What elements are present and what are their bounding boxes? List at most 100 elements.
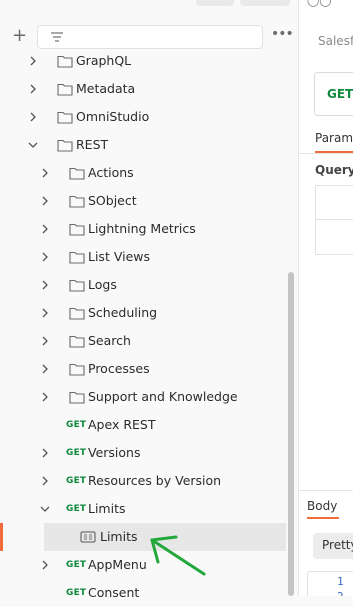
chevron-right-icon[interactable] [40, 560, 50, 570]
tree-row[interactable]: Scheduling [0, 299, 288, 327]
tree-row-label: SObject [88, 193, 137, 208]
example-icon [80, 531, 96, 543]
line-number: 2 [337, 590, 344, 596]
folder-icon [69, 195, 85, 208]
tree-row[interactable]: REST [0, 131, 288, 159]
active-tab-underline [307, 517, 339, 519]
tree-row-label: List Views [88, 249, 150, 264]
tree-row[interactable]: GET Limits [0, 495, 288, 523]
tree-row[interactable]: Metadata [0, 75, 288, 103]
chevron-right-icon[interactable] [28, 56, 38, 66]
tree-row-label: Search [88, 333, 131, 348]
tab-icon: ◯◯ [307, 0, 332, 7]
tree-row[interactable]: GET Resources by Version [0, 467, 288, 495]
tab-params[interactable]: Params [315, 131, 353, 145]
tree-row[interactable]: Actions [0, 159, 288, 187]
query-params-heading: Query [315, 163, 353, 177]
method-label: GET [327, 87, 353, 101]
tree-row-label: Limits [88, 501, 126, 516]
chevron-right-icon[interactable] [40, 308, 50, 318]
chevron-right-icon[interactable] [28, 84, 38, 94]
tree-row[interactable]: Search [0, 327, 288, 355]
tree-row-label: OmniStudio [76, 109, 150, 124]
folder-icon [69, 251, 85, 264]
chevron-right-icon[interactable] [40, 336, 50, 346]
tree-row[interactable]: GraphQL [0, 47, 288, 75]
chevron-right-icon[interactable] [40, 364, 50, 374]
response-editor[interactable]: 1 2 [307, 571, 353, 596]
folder-icon [57, 111, 73, 124]
tree-row[interactable]: OmniStudio [0, 103, 288, 131]
line-number: 1 [337, 575, 344, 588]
filter-input[interactable] [37, 25, 263, 49]
chevron-right-icon[interactable] [40, 280, 50, 290]
tree-row-label: Scheduling [88, 305, 158, 320]
chevron-down-icon[interactable] [28, 140, 38, 150]
chevron-right-icon[interactable] [40, 168, 50, 178]
method-badge: GET [66, 420, 87, 430]
folder-icon [57, 139, 73, 152]
tree-row[interactable]: Logs [0, 271, 288, 299]
folder-icon [69, 279, 85, 292]
method-selector[interactable]: GET [314, 72, 353, 116]
folder-icon [57, 55, 73, 68]
chevron-right-icon[interactable] [40, 224, 50, 234]
divider [299, 153, 353, 154]
tree-row[interactable]: List Views [0, 243, 288, 271]
tree-row-label: REST [76, 137, 109, 152]
chevron-right-icon[interactable] [40, 196, 50, 206]
folder-icon [69, 391, 85, 404]
tree-row[interactable]: GET AppMenu [0, 551, 288, 579]
folder-icon [57, 83, 73, 96]
tree-row-label: Apex REST [88, 417, 156, 432]
tree-row-label: Consent [88, 585, 140, 600]
sidebar-scrollbar[interactable] [288, 272, 294, 596]
folder-icon [69, 307, 85, 320]
pretty-button-label: Pretty [322, 538, 353, 552]
tree-row-label: Metadata [76, 81, 136, 96]
tree-row-label: Resources by Version [88, 473, 222, 488]
more-options-icon[interactable]: ••• [271, 26, 294, 42]
pretty-button[interactable]: Pretty [313, 533, 353, 559]
tab-body[interactable]: Body [307, 499, 337, 513]
method-badge: GET [66, 588, 87, 598]
plus-icon[interactable]: + [12, 27, 27, 45]
tree-row[interactable]: SObject [0, 187, 288, 215]
tree-row-label: Versions [88, 445, 141, 460]
folder-icon [69, 335, 85, 348]
collections-sidebar: + ••• GraphQL Metadata OmniStudio REST Actio… [0, 0, 298, 600]
tree-row-label: AppMenu [88, 557, 147, 572]
tree-row-label: Actions [88, 165, 134, 180]
filter-icon [51, 32, 63, 42]
selected-indicator [0, 523, 3, 551]
tree-row[interactable]: GET Apex REST [0, 411, 288, 439]
tree-row[interactable]: Processes [0, 355, 288, 383]
chevron-right-icon[interactable] [40, 252, 50, 262]
method-badge: GET [66, 560, 87, 570]
chevron-right-icon[interactable] [28, 112, 38, 122]
table-row-divider [316, 219, 353, 220]
chevron-right-icon[interactable] [40, 392, 50, 402]
tree-row[interactable]: GET Versions [0, 439, 288, 467]
request-pane: ◯◯ Salesf GET Params Query Body Pretty 1… [299, 0, 353, 596]
query-params-table [315, 185, 353, 255]
method-badge: GET [66, 504, 87, 514]
sidebar-top-button-1[interactable] [196, 0, 234, 6]
folder-icon [69, 167, 85, 180]
method-badge: GET [66, 476, 87, 486]
tree-row[interactable]: Support and Knowledge [0, 383, 288, 411]
folder-icon [69, 223, 85, 236]
chevron-right-icon[interactable] [40, 476, 50, 486]
sidebar-top-button-2[interactable] [240, 0, 290, 6]
tree-row-label: Lightning Metrics [88, 221, 196, 236]
tab-salesforce[interactable]: Salesf [318, 34, 353, 48]
tree-row-label: Logs [88, 277, 117, 292]
tree-row[interactable]: Lightning Metrics [0, 215, 288, 243]
chevron-down-icon[interactable] [40, 504, 50, 514]
chevron-right-icon[interactable] [40, 448, 50, 458]
annotation-arrow-icon [150, 535, 206, 576]
tree-row-label: Processes [88, 361, 150, 376]
method-badge: GET [66, 448, 87, 458]
folder-icon [69, 363, 85, 376]
tree-row[interactable]: GET Consent [0, 579, 288, 607]
